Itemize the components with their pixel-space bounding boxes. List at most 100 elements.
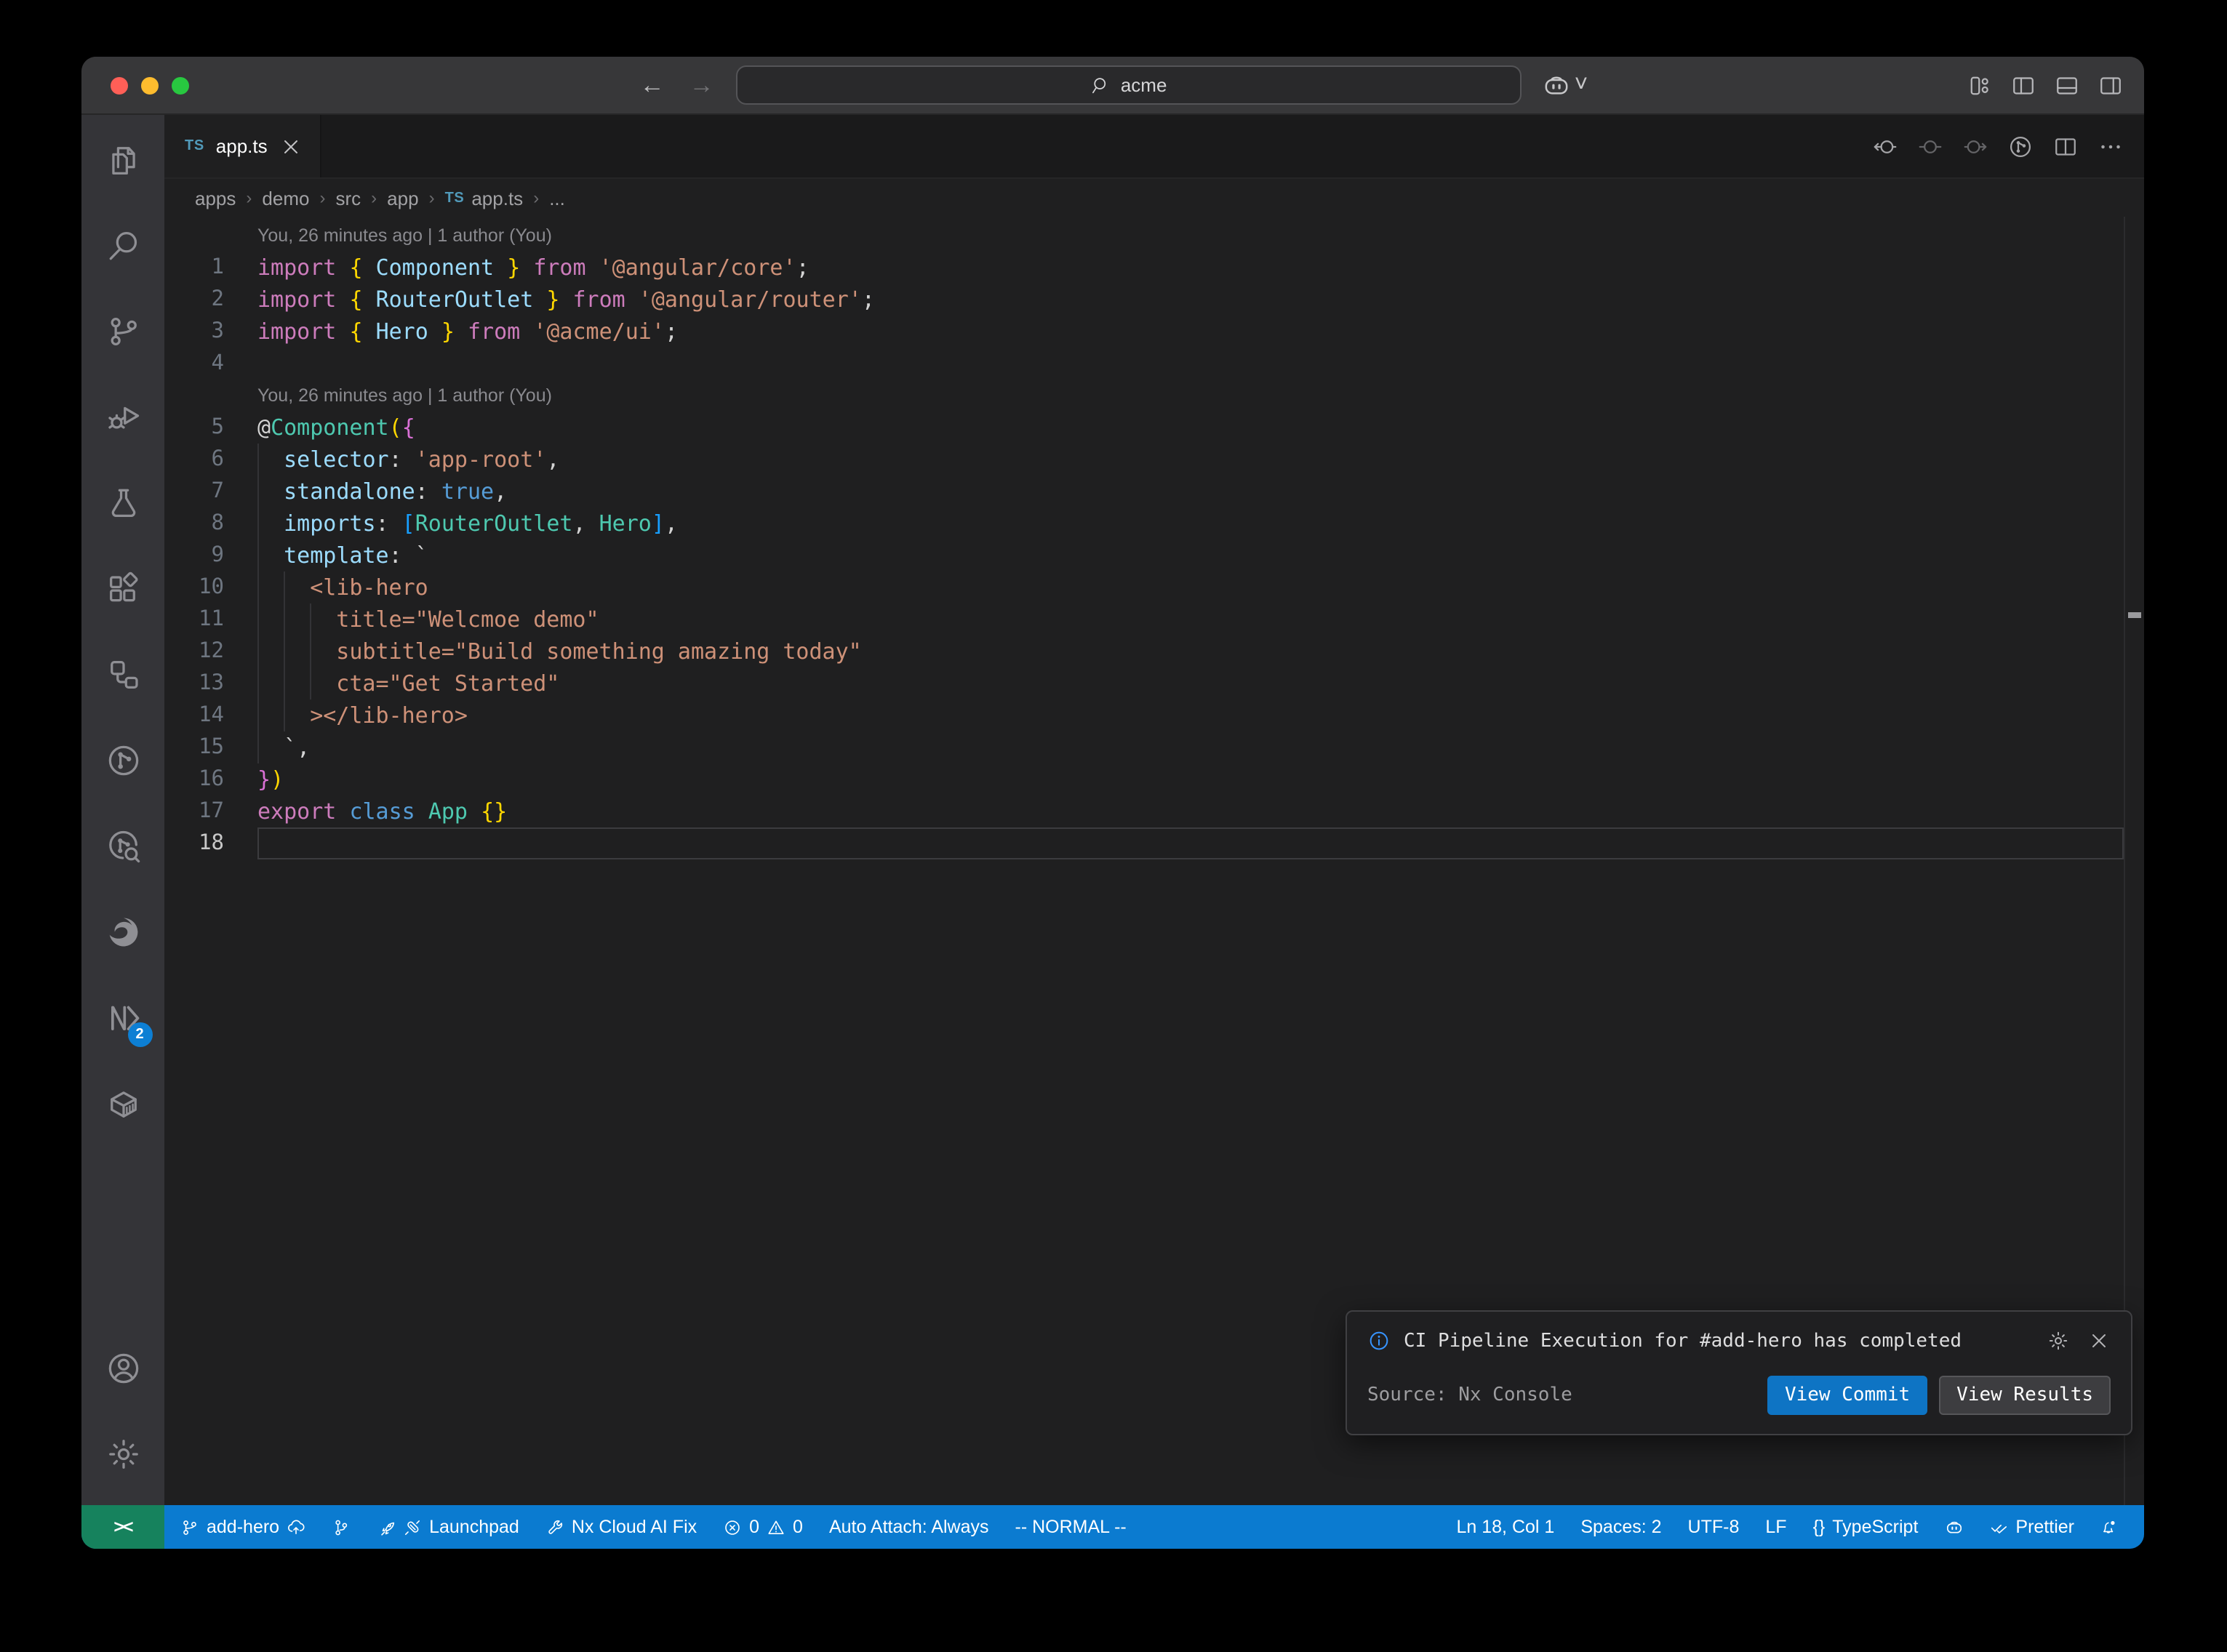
breadcrumb: apps›demo›src›app›TSapp.ts›... <box>164 179 2144 217</box>
status-auto-attach-status[interactable]: Auto Attach: Always <box>816 1505 1002 1549</box>
circle-dash-icon[interactable] <box>1917 133 1943 159</box>
breadcrumb-item-apps[interactable]: apps <box>195 187 236 209</box>
titlebar: ← → acme ˅ <box>81 57 2144 115</box>
activity-bar-item-extensions[interactable] <box>88 554 158 624</box>
gitlens-annotation[interactable]: You, 26 minutes ago | 1 author (You) <box>164 220 2144 252</box>
activity-bar-item-explorer[interactable] <box>88 125 158 195</box>
view-results-button[interactable]: View Results <box>1939 1376 2111 1415</box>
breadcrumb-separator: › <box>429 188 435 208</box>
status-prettier-status[interactable]: Prettier <box>1976 1505 2087 1549</box>
code-editor[interactable]: You, 26 minutes ago | 1 author (You)1imp… <box>164 217 2144 1505</box>
code-line-17[interactable]: 17export class App {} <box>164 795 2144 827</box>
gitlens-annotation[interactable]: You, 26 minutes ago | 1 author (You) <box>164 380 2144 412</box>
code-line-15[interactable]: 15`, <box>164 731 2144 763</box>
status-nx-cloud-ai-fix[interactable]: Nx Cloud AI Fix <box>532 1505 710 1549</box>
containers-icon <box>104 1085 142 1123</box>
command-center-search[interactable]: acme <box>737 65 1522 105</box>
breadcrumb-separator: › <box>319 188 325 208</box>
code-line-9[interactable]: 9template: ` <box>164 540 2144 572</box>
activity-bar-item-containers[interactable] <box>88 1069 158 1139</box>
extensions-icon <box>104 570 142 608</box>
activity-bar-item-project-explorer[interactable] <box>88 640 158 710</box>
code-line-6[interactable]: 6selector: 'app-root', <box>164 444 2144 476</box>
code-line-2[interactable]: 2import { RouterOutlet } from '@angular/… <box>164 284 2144 316</box>
zoom-window-button[interactable] <box>172 77 189 95</box>
activity-bar-item-search[interactable] <box>88 211 158 281</box>
close-icon[interactable] <box>279 135 303 158</box>
copilot-menu[interactable]: ˅ <box>1543 71 1588 100</box>
status-eol-status[interactable]: LF <box>1752 1505 1799 1549</box>
navigate-forward-button[interactable]: → <box>687 71 716 100</box>
minimize-window-button[interactable] <box>141 77 159 95</box>
account-icon <box>104 1350 142 1387</box>
wrench-icon <box>545 1517 564 1536</box>
status-language-status[interactable]: {}TypeScript <box>1800 1505 1932 1549</box>
notification-close-icon[interactable] <box>2087 1329 2111 1352</box>
layout-panel-icon[interactable] <box>2054 73 2080 99</box>
activity-bar-item-edge-browser[interactable] <box>88 897 158 967</box>
status-cursor-position[interactable]: Ln 18, Col 1 <box>1444 1505 1568 1549</box>
code-line-5[interactable]: 5@Component({ <box>164 412 2144 444</box>
activity-bar-item-run-and-debug[interactable] <box>88 382 158 452</box>
status-vim-mode-status[interactable]: -- NORMAL -- <box>1002 1505 1140 1549</box>
status-launchpad-status[interactable]: Launchpad <box>364 1505 532 1549</box>
status-encoding-status[interactable]: UTF-8 <box>1675 1505 1753 1549</box>
code-line-11[interactable]: 11title="Welcmoe demo" <box>164 604 2144 635</box>
activity-bar-item-accounts[interactable] <box>88 1334 158 1403</box>
split-editor-icon[interactable] <box>2052 133 2079 159</box>
breadcrumb-item-app-ts[interactable]: TSapp.ts <box>445 187 524 209</box>
breadcrumb-item-src[interactable]: src <box>335 187 361 209</box>
activity-bar-item-testing[interactable] <box>88 468 158 538</box>
activity-bar-item-commit-search[interactable] <box>88 811 158 881</box>
status-notifications-bell[interactable] <box>2087 1505 2132 1549</box>
customize-layout-icon[interactable] <box>1967 73 1993 99</box>
code-line-18[interactable]: 18 <box>164 827 2144 859</box>
tab-label: app.ts <box>216 135 268 157</box>
status-indentation-status[interactable]: Spaces: 2 <box>1567 1505 1674 1549</box>
line-number: 11 <box>164 604 257 635</box>
navigate-back-button[interactable]: ← <box>638 71 667 100</box>
nav-back-circle-icon[interactable] <box>1872 133 1898 159</box>
plug-icon <box>403 1517 422 1536</box>
code-line-14[interactable]: 14></lib-hero> <box>164 699 2144 731</box>
ellipsis-icon[interactable] <box>2098 133 2124 159</box>
code-line-13[interactable]: 13cta="Get Started" <box>164 667 2144 699</box>
code-line-8[interactable]: 8imports: [RouterOutlet, Hero], <box>164 508 2144 540</box>
activity-bar-item-nx-console[interactable]: 2 <box>88 983 158 1053</box>
search-icon <box>1092 75 1112 95</box>
search-value: acme <box>1121 74 1167 96</box>
code-line-1[interactable]: 1import { Component } from '@angular/cor… <box>164 252 2144 284</box>
breadcrumb-item-app[interactable]: app <box>387 187 418 209</box>
testing-icon <box>104 484 142 522</box>
tab-app-ts[interactable]: TS app.ts <box>164 115 321 177</box>
circle-forward-icon[interactable] <box>1962 133 1988 159</box>
status-gitlens-status[interactable] <box>319 1505 364 1549</box>
view-commit-button[interactable]: View Commit <box>1767 1376 1927 1415</box>
code-line-16[interactable]: 16}) <box>164 763 2144 795</box>
code-line-7[interactable]: 7standalone: true, <box>164 476 2144 508</box>
code-line-12[interactable]: 12subtitle="Build something amazing toda… <box>164 635 2144 667</box>
layout-sidebar-left-icon[interactable] <box>2010 73 2036 99</box>
status-branch-status[interactable]: add-hero <box>167 1505 319 1549</box>
code-line-4[interactable]: 4 <box>164 348 2144 380</box>
graph-circle-icon[interactable] <box>2007 133 2034 159</box>
status-copilot-status[interactable] <box>1931 1505 1976 1549</box>
notification-source: Source: Nx Console <box>1367 1384 1756 1406</box>
activity-bar-item-source-control[interactable] <box>88 297 158 366</box>
line-number: 10 <box>164 572 257 604</box>
breadcrumb-item-demo[interactable]: demo <box>262 187 309 209</box>
copilot-icon <box>1944 1517 1963 1536</box>
activity-bar-item-manage[interactable] <box>88 1419 158 1489</box>
screen: ← → acme ˅ 2 TS a <box>0 0 2227 1652</box>
remote-indicator[interactable]: >< <box>81 1505 164 1549</box>
activity-bar-item-commit-graph[interactable] <box>88 726 158 795</box>
code-line-10[interactable]: 10<lib-hero <box>164 572 2144 604</box>
tab-bar: TS app.ts <box>164 115 2144 179</box>
status-problems-status[interactable]: 00 <box>710 1505 816 1549</box>
breadcrumb-item--[interactable]: ... <box>549 187 565 209</box>
chevron-down-icon: ˅ <box>1575 72 1588 98</box>
notification-settings-gear-icon[interactable] <box>2047 1329 2070 1352</box>
code-line-3[interactable]: 3import { Hero } from '@acme/ui'; <box>164 316 2144 348</box>
layout-sidebar-right-icon[interactable] <box>2098 73 2124 99</box>
close-window-button[interactable] <box>111 77 128 95</box>
